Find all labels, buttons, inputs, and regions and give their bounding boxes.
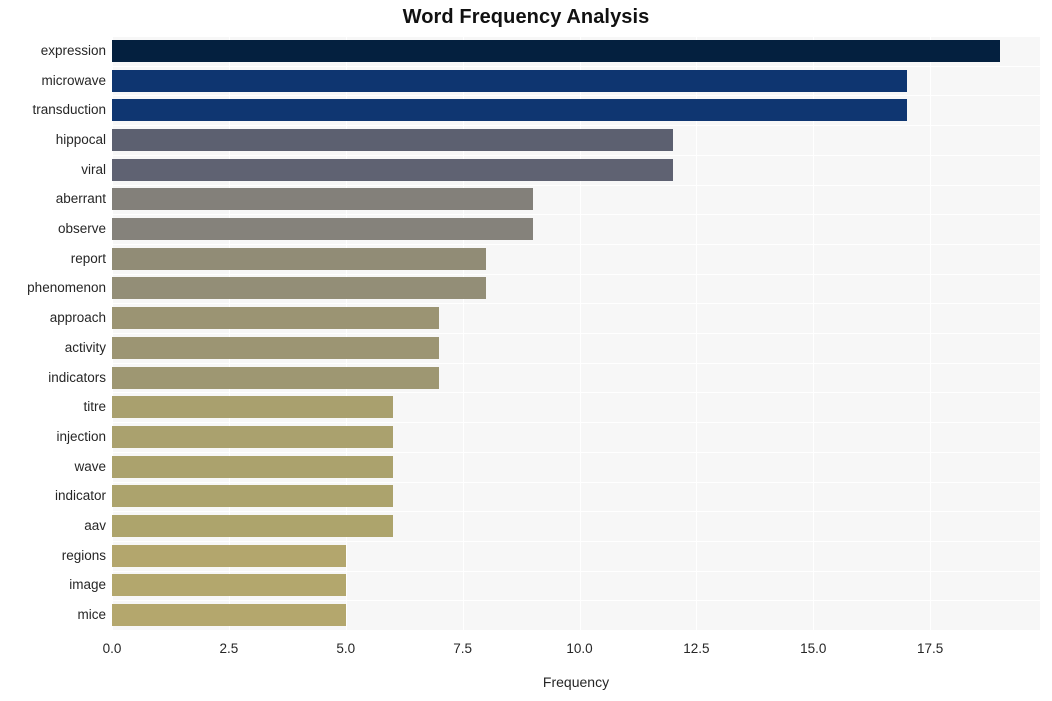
y-tick-label: activity [64, 339, 106, 355]
x-tick-label: 2.5 [219, 641, 239, 656]
y-tick-label: aberrant [55, 191, 106, 207]
bar[interactable] [112, 128, 673, 151]
bar[interactable] [112, 218, 533, 241]
x-tick-label: 12.5 [683, 641, 710, 656]
bar[interactable] [112, 485, 393, 508]
y-tick-label: injection [56, 428, 106, 444]
x-tick-label: 5.0 [336, 641, 356, 656]
bar[interactable] [112, 455, 393, 478]
y-tick-label: expression [40, 42, 106, 58]
plot-area [112, 36, 1040, 631]
bar[interactable] [112, 396, 393, 419]
bar[interactable] [112, 544, 346, 567]
x-tick-label: 7.5 [453, 641, 473, 656]
y-tick-label: observe [57, 221, 106, 237]
y-tick-label: aav [84, 518, 106, 534]
y-tick-label: regions [61, 547, 106, 563]
y-tick-label: report [70, 250, 106, 266]
x-tick-label: 15.0 [800, 641, 827, 656]
bar[interactable] [112, 574, 346, 597]
y-tick-label: indicator [54, 488, 106, 504]
chart-title: Word Frequency Analysis [402, 6, 650, 28]
y-tick-label: mice [77, 607, 106, 623]
bar[interactable] [112, 39, 1001, 62]
bar[interactable] [112, 158, 673, 181]
x-axis: 0.0 2.5 5.0 7.5 10.0 12.5 15.0 17.5 [103, 630, 1040, 660]
y-tick-label: approach [49, 310, 106, 326]
bar-series [112, 36, 1040, 630]
x-axis-title: Frequency [542, 674, 610, 690]
bar[interactable] [112, 336, 440, 359]
y-axis: expression microwave transduction hippocal v… [0, 36, 106, 630]
y-tick-label: microwave [41, 72, 106, 88]
y-tick-label: wave [74, 458, 106, 474]
chart-figure: Word Frequency Analysis expression microw… [0, 0, 1052, 701]
bar[interactable] [112, 425, 393, 448]
bar[interactable] [112, 604, 346, 627]
y-tick-label: image [69, 577, 106, 593]
bar[interactable] [112, 307, 440, 330]
y-tick-label: transduction [32, 102, 106, 118]
y-tick-label: phenomenon [27, 280, 106, 296]
bar[interactable] [112, 277, 486, 300]
bar[interactable] [112, 366, 440, 389]
x-tick-label: 17.5 [916, 641, 944, 656]
bar[interactable] [112, 515, 393, 538]
y-tick-label: indicators [48, 369, 106, 385]
bar[interactable] [112, 247, 486, 270]
x-tick-label: 0.0 [102, 641, 122, 656]
y-tick-label: titre [83, 399, 106, 415]
bar[interactable] [112, 188, 533, 211]
bar[interactable] [112, 99, 907, 122]
bar[interactable] [112, 69, 907, 92]
y-tick-label: hippocal [55, 131, 106, 147]
x-tick-label: 10.0 [566, 641, 593, 656]
y-tick-label: viral [81, 161, 106, 177]
